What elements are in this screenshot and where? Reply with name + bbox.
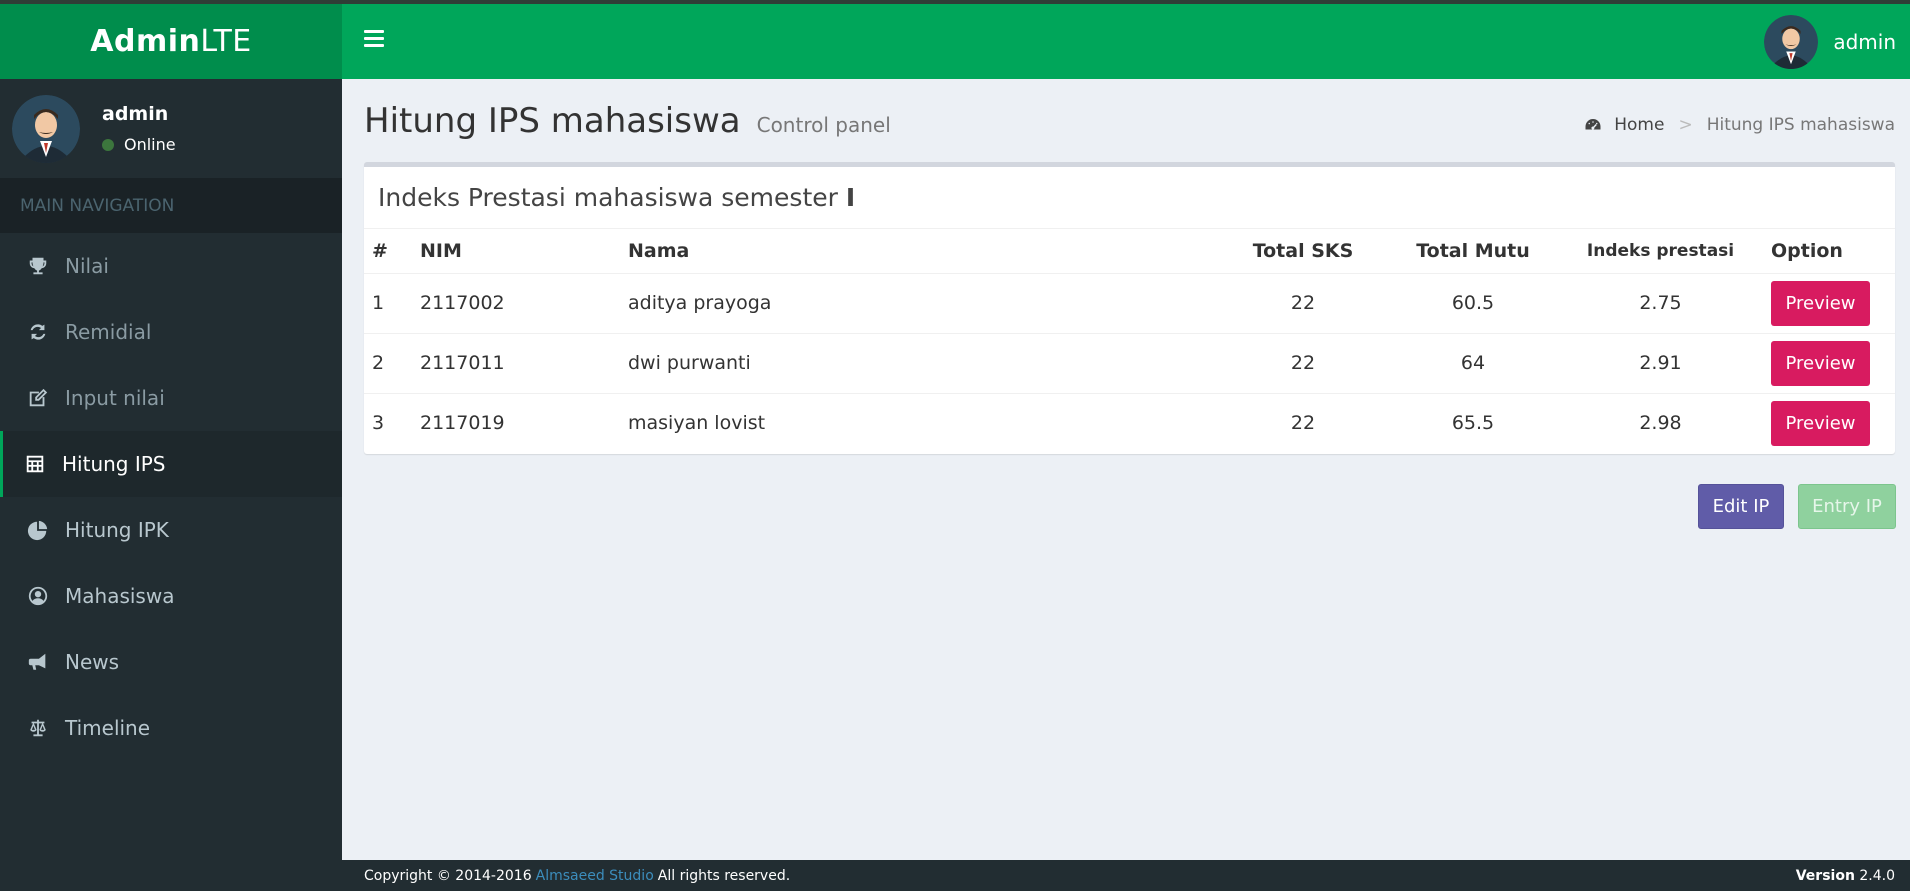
breadcrumb: Home > Hitung IPS mahasiswa [1584,115,1895,135]
user-panel: admin Online [0,79,342,178]
brand-light: LTE [200,24,252,59]
cell-total-mutu: 65.5 [1451,412,1495,435]
cell-number: 2 [364,333,412,394]
breadcrumb-separator: > [1678,115,1693,135]
sidebar-item-hitung-ips[interactable]: Hitung IPS [0,431,342,497]
cell-nim: 2117011 [412,333,620,394]
content-wrapper: Hitung IPS mahasiswa Control panel Home … [342,79,1910,860]
sidebar-item-label: Input nilai [65,386,165,410]
page-title: Hitung IPS mahasiswa [364,101,741,141]
avatar [1764,15,1819,69]
cell-nama: masiyan lovist [628,412,766,435]
sidebar-user-name: admin [102,103,169,125]
sidebar: Admin LTE admin Online MAIN NAVIGATION Ni… [0,4,342,891]
col-header-option: Option [1763,229,1895,274]
bullhorn-icon [25,649,51,675]
page-subtitle: Control panel [756,113,891,137]
sidebar-item-label: Nilai [65,254,109,278]
table-row: 1 2117002 aditya prayoga 22 60.5 2.75 Pr… [364,273,1895,334]
col-header-number: # [364,229,412,274]
col-header-nama: Nama [620,229,1218,274]
sidebar-item-input-nilai[interactable]: Input nilai [0,365,342,431]
cell-total-mutu: 64 [1388,333,1558,394]
cell-option: Preview [1763,333,1895,394]
sidebar-item-label: Remidial [65,320,152,344]
sidebar-item-hitung-ipk[interactable]: Hitung IPK [0,497,342,563]
header-username: admin [1833,30,1896,54]
footer-rights: All rights reserved. [657,867,791,884]
footer-copyright: Copyright © 2014-2016 [364,867,532,884]
footer-company-link[interactable]: Almsaeed Studio [536,868,654,884]
user-status-label: Online [124,135,176,154]
entry-ip-button[interactable]: Entry IP [1798,484,1896,529]
cell-total-sks: 22 [1218,333,1388,394]
calculator-icon [22,451,48,477]
header-user-menu[interactable]: admin [1764,15,1896,69]
sidebar-item-news[interactable]: News [0,629,342,695]
content-header: Hitung IPS mahasiswa Control panel [364,101,891,141]
pie-chart-icon [25,517,51,543]
footer-version-label: Version [1795,867,1855,884]
breadcrumb-current: Hitung IPS mahasiswa [1706,115,1895,135]
sidebar-item-label: Mahasiswa [65,584,175,608]
sidebar-item-nilai[interactable]: Nilai [0,233,342,299]
col-header-indeks-prestasi: Indeks prestasi [1558,229,1763,274]
sidebar-item-mahasiswa[interactable]: Mahasiswa [0,563,342,629]
avatar [12,94,80,163]
edit-icon [25,385,51,411]
col-header-total-sks: Total SKS [1218,229,1388,274]
table-row: 2 2117011 dwi purwanti 22 64 2.91 Previe… [364,333,1895,394]
preview-button[interactable]: Preview [1771,400,1870,446]
cell-nama: dwi purwanti [620,333,1218,394]
col-header-total-mutu: Total Mutu [1388,229,1558,274]
cell-option: Preview [1763,273,1895,334]
refresh-icon [25,319,51,345]
ips-table: # NIM Nama Total SKS Total Mutu Indeks p… [364,229,1895,453]
cell-nama: aditya prayoga [620,273,1218,334]
brand-bold: Admin [90,24,201,59]
user-circle-icon [25,583,51,609]
breadcrumb-home[interactable]: Home [1614,115,1664,135]
top-navbar: admin [342,4,1910,79]
footer-version-number: 2.4.0 [1859,867,1895,884]
col-header-nim: NIM [412,229,620,274]
sidebar-item-label: Timeline [65,716,151,740]
preview-button[interactable]: Preview [1771,280,1870,326]
nav-header: MAIN NAVIGATION [0,178,342,233]
sidebar-item-label: News [65,650,120,674]
sidebar-item-remidial[interactable]: Remidial [0,299,342,365]
box-title: Indeks Prestasi mahasiswa semester I [364,167,1895,229]
cell-nim: 2117002 [412,273,620,334]
sidebar-toggle-icon[interactable] [364,30,384,50]
cell-total-mutu: 60.5 [1388,273,1558,334]
dashboard-icon [1585,119,1601,130]
table-header-row: # NIM Nama Total SKS Total Mutu Indeks p… [364,229,1895,274]
sidebar-item-timeline[interactable]: Timeline [0,695,342,761]
footer: Copyright © 2014-2016 Almsaeed Studio Al… [342,860,1910,891]
cell-indeks-prestasi: 2.98 [1639,412,1682,435]
cell-option: Preview [1763,393,1895,453]
table-row: 3 2117019 masiyan lovist 22 65.5 2.98 Pr… [364,393,1895,453]
box-title-semester: I [845,183,856,212]
edit-ip-button[interactable]: Edit IP [1698,484,1784,529]
preview-button[interactable]: Preview [1771,340,1870,386]
sidebar-item-label: Hitung IPS [62,452,166,476]
online-status-icon [102,138,114,151]
box-title-text: Indeks Prestasi mahasiswa semester [378,183,838,212]
balance-scale-icon [25,715,51,741]
user-status[interactable]: Online [102,135,176,154]
brand-logo[interactable]: Admin LTE [0,4,342,79]
cell-nim: 2117019 [420,412,505,435]
cell-number: 3 [372,412,385,435]
cell-number: 1 [364,273,412,334]
cell-total-sks: 22 [1290,412,1316,435]
cell-total-sks: 22 [1218,273,1388,334]
trophy-icon [25,253,51,279]
ips-table-box: Indeks Prestasi mahasiswa semester I # N… [364,162,1895,454]
cell-indeks-prestasi: 2.91 [1558,333,1763,394]
cell-indeks-prestasi: 2.75 [1558,273,1763,334]
footer-version: Version 2.4.0 [1796,868,1895,884]
sidebar-item-label: Hitung IPK [65,518,169,542]
